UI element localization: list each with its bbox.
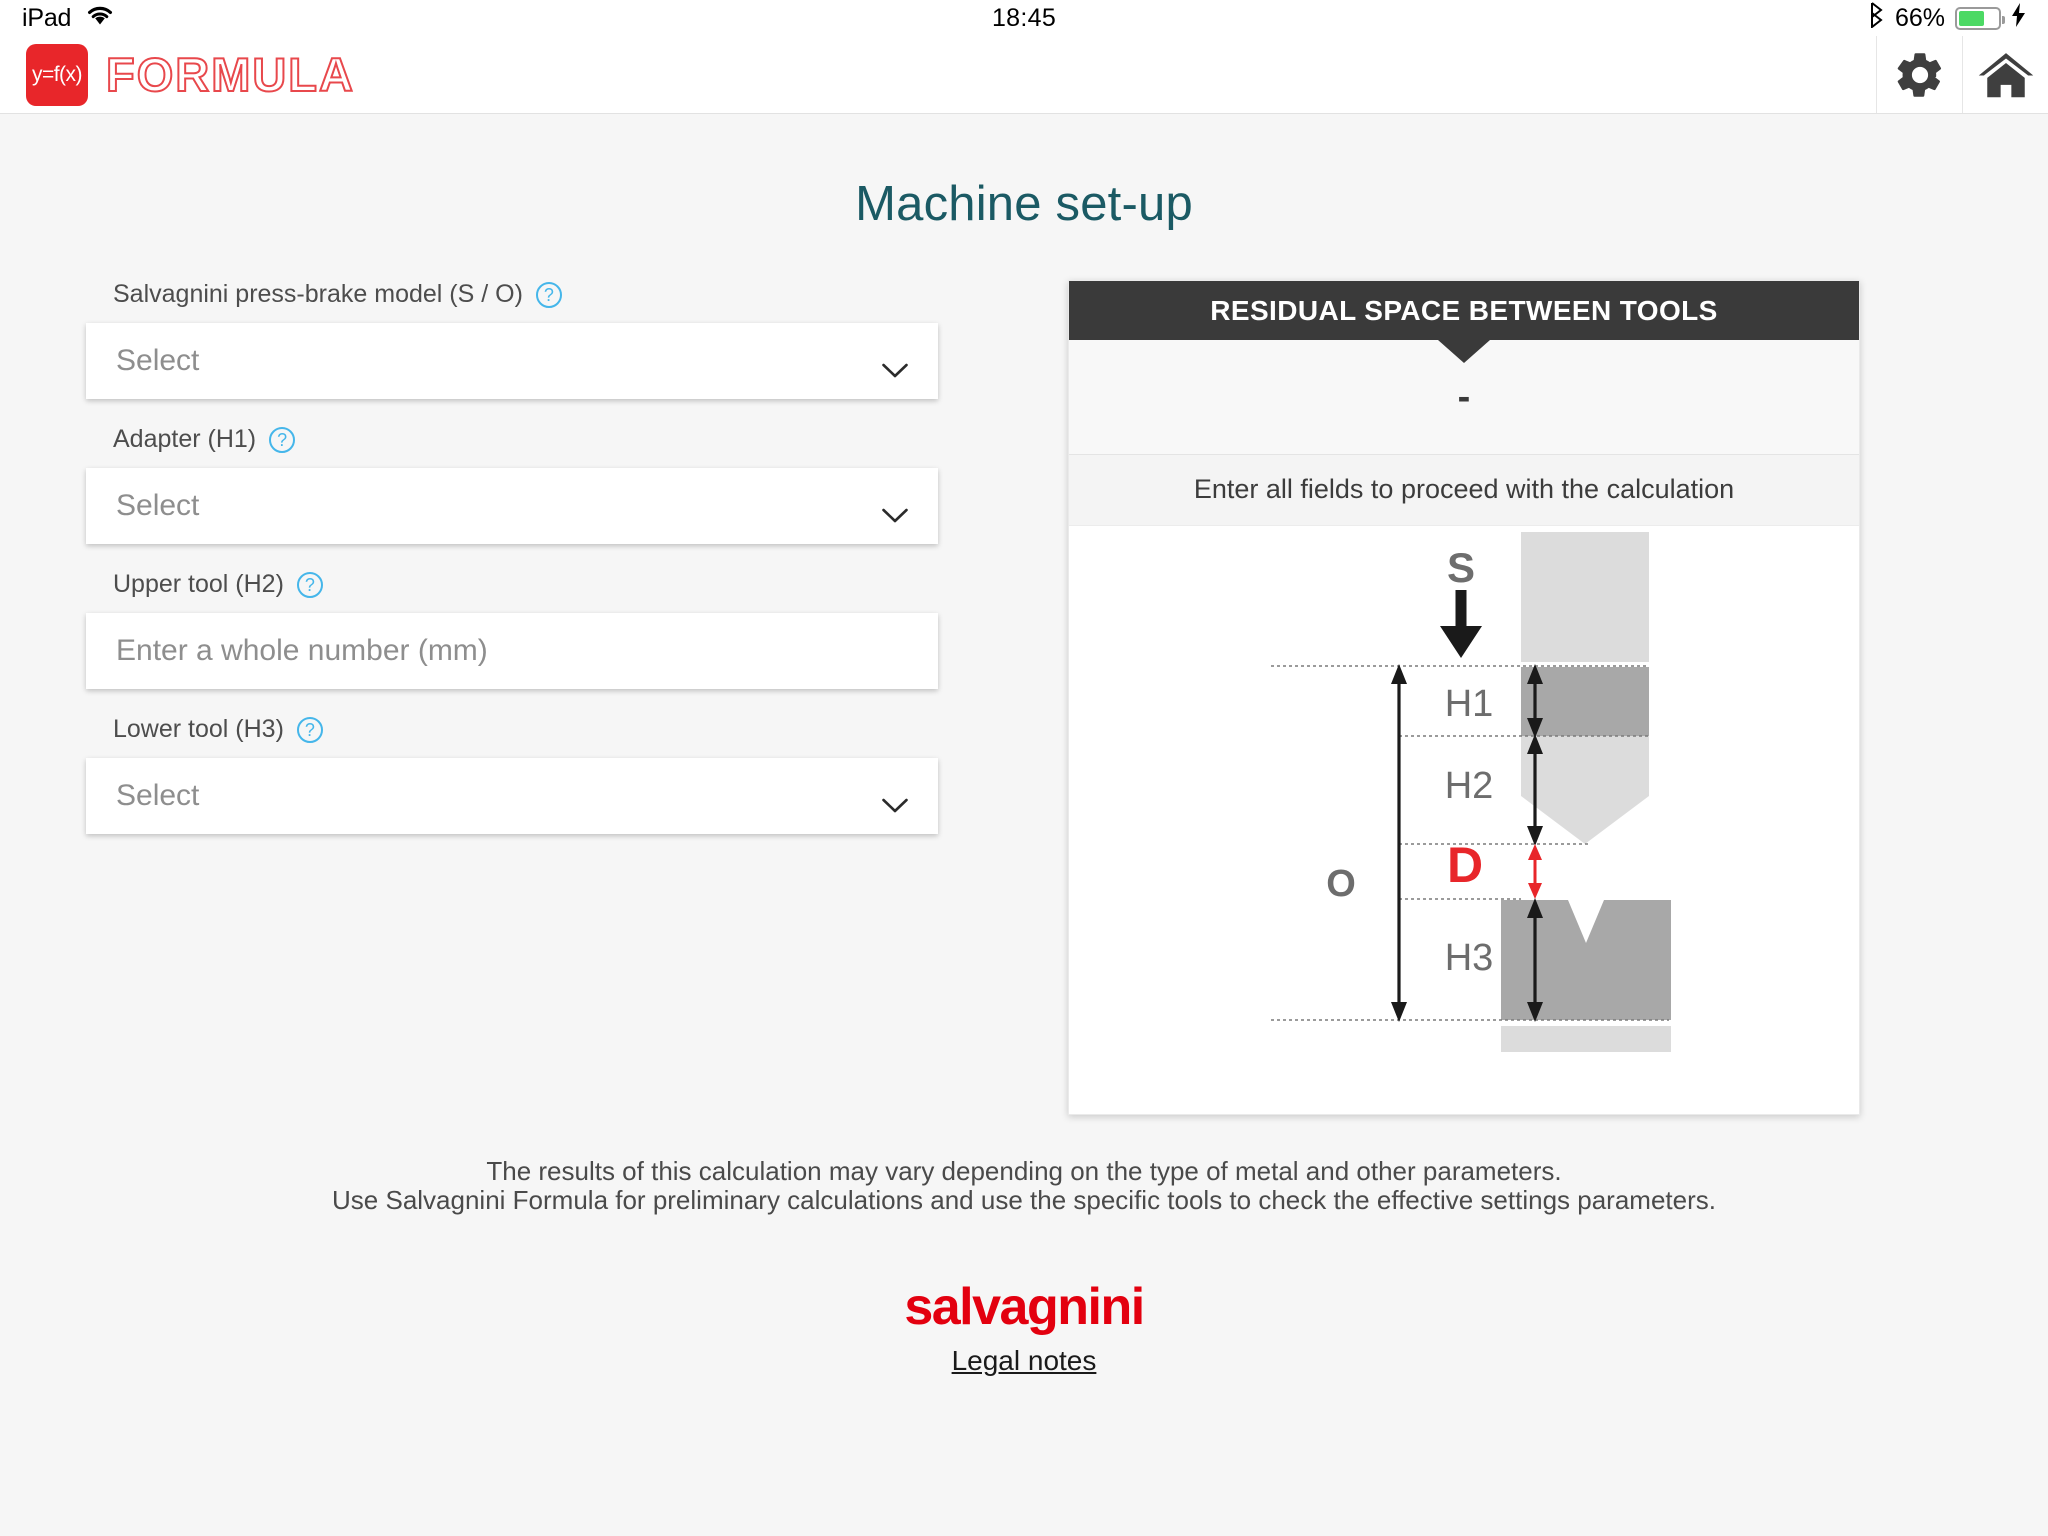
tooling-diagram: S O H1 H2 D H3	[1069, 526, 1859, 1114]
label-text: Adapter (H1)	[113, 425, 257, 453]
field-upper-tool-h2: Upper tool (H2) ? Enter a whole number (…	[86, 570, 1010, 689]
gear-icon	[1893, 48, 1947, 102]
field-label: Upper tool (H2) ?	[86, 570, 1010, 599]
label-text: Lower tool (H3)	[113, 715, 284, 743]
field-label: Salvagnini press-brake model (S / O) ?	[86, 280, 1010, 309]
help-icon[interactable]: ?	[269, 426, 296, 453]
upper-tool-input[interactable]: Enter a whole number (mm)	[86, 613, 938, 689]
chevron-down-icon	[882, 353, 908, 378]
status-bar-clock: 18:45	[991, 3, 1057, 32]
field-adapter-h1: Adapter (H1) ? Select	[86, 425, 1010, 544]
battery-fill	[1959, 10, 1985, 26]
disclaimer-line-1: The results of this calculation may vary…	[486, 1156, 1562, 1186]
formula-badge-icon: y=f(x)	[26, 43, 88, 106]
base-plate	[1501, 1026, 1671, 1052]
panel-message: Enter all fields to proceed with the cal…	[1069, 455, 1859, 526]
app-logo[interactable]: y=f(x) FORMULA	[0, 36, 355, 113]
header-actions	[1876, 36, 2048, 113]
page-footer: The results of this calculation may vary…	[0, 1115, 2048, 1377]
label-stroke-s: S	[1447, 544, 1475, 591]
input-placeholder: Enter a whole number (mm)	[116, 634, 488, 667]
chevron-down-icon	[882, 788, 908, 813]
help-icon[interactable]: ?	[296, 716, 323, 743]
settings-button[interactable]	[1876, 36, 1962, 113]
ram-block	[1521, 532, 1649, 662]
field-lower-tool-h3: Lower tool (H3) ? Select	[86, 715, 1010, 834]
adapter-select[interactable]: Select	[86, 468, 938, 544]
salvagnini-wordmark: salvagnini	[904, 1278, 1145, 1337]
select-placeholder: Select	[116, 489, 200, 522]
legal-notes-link[interactable]: Legal notes	[952, 1345, 1097, 1377]
main-content: Salvagnini press-brake model (S / O) ? S…	[0, 232, 2048, 1115]
label-text: Upper tool (H2)	[113, 570, 284, 598]
field-label: Lower tool (H3) ?	[86, 715, 1010, 744]
opening-dimension-arrow	[1391, 664, 1407, 1022]
brand-wordmark: FORMULA	[105, 47, 355, 102]
home-button[interactable]	[1962, 36, 2048, 113]
field-label: Adapter (H1) ?	[86, 425, 1010, 454]
label-lower-tool-h3: H3	[1445, 937, 1494, 979]
battery-icon	[1955, 6, 2005, 30]
page-title: Machine set-up	[855, 177, 1193, 231]
label-residual-d: D	[1447, 837, 1483, 893]
machine-setup-form: Salvagnini press-brake model (S / O) ? S…	[0, 280, 1010, 1115]
field-press-brake-model: Salvagnini press-brake model (S / O) ? S…	[86, 280, 1010, 399]
chevron-down-icon	[882, 498, 908, 523]
label-text: Salvagnini press-brake model (S / O)	[113, 280, 523, 308]
disclaimer-line-2: Use Salvagnini Formula for preliminary c…	[332, 1185, 1716, 1216]
app-header: y=f(x) FORMULA	[0, 36, 2048, 114]
result-panel-column: RESIDUAL SPACE BETWEEN TOOLS - Enter all…	[1010, 280, 2048, 1115]
label-upper-tool-h2: H2	[1445, 765, 1494, 807]
select-placeholder: Select	[116, 344, 200, 377]
ios-status-bar: iPad 18:45 66%	[0, 0, 2048, 36]
help-icon[interactable]: ?	[296, 571, 323, 598]
lower-tool-select[interactable]: Select	[86, 758, 938, 834]
help-icon[interactable]: ?	[535, 281, 562, 308]
panel-title: RESIDUAL SPACE BETWEEN TOOLS	[1069, 281, 1859, 340]
residual-space-panel: RESIDUAL SPACE BETWEEN TOOLS - Enter all…	[1068, 280, 1860, 1115]
select-placeholder: Select	[116, 779, 200, 812]
home-icon	[1977, 48, 2035, 102]
stroke-arrow	[1440, 590, 1482, 658]
label-adapter-h1: H1	[1445, 683, 1494, 725]
press-brake-model-select[interactable]: Select	[86, 323, 938, 399]
d-dimension-arrow	[1528, 844, 1542, 899]
tooling-diagram-svg: S O H1 H2 D H3	[1271, 532, 1671, 1052]
label-opening-o: O	[1326, 863, 1356, 905]
